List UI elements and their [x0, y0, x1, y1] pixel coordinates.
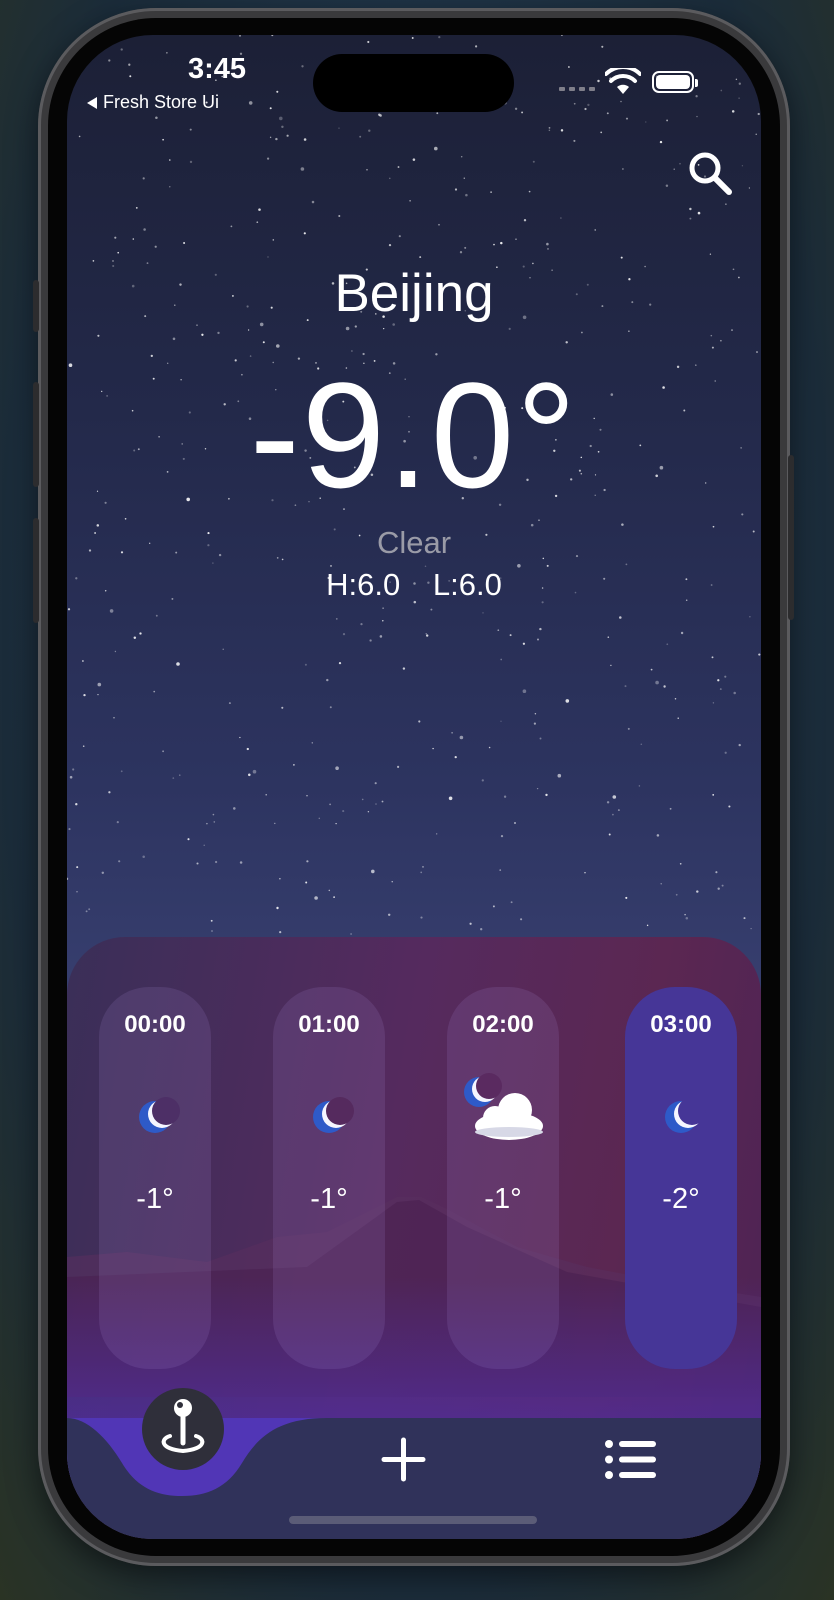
current-temperature: -9.0°: [249, 351, 579, 519]
cellular-signal-icon: [559, 87, 595, 91]
city-name: Beijing: [334, 264, 494, 323]
list-icon[interactable]: [604, 1439, 657, 1480]
hour-card-0000[interactable]: 00:00 -1°: [99, 987, 211, 1369]
moon-cloud-icon: [464, 1073, 543, 1140]
crescent-moon-icon: [313, 1097, 354, 1133]
hour-time: 01:00: [298, 1011, 360, 1038]
low-temperature: L:6.0: [432, 567, 502, 602]
hour-temperature: -1°: [484, 1183, 522, 1215]
weather-condition: Clear: [376, 525, 452, 560]
status-time: 3:45: [187, 53, 247, 85]
side-button-power: [788, 455, 794, 620]
hour-temperature: -2°: [662, 1183, 700, 1215]
plus-icon[interactable]: [381, 1437, 426, 1482]
side-button-volume-down: [33, 518, 39, 623]
wifi-icon: [605, 68, 641, 94]
status-bar: 3:45 Fresh Store Ui: [67, 35, 761, 125]
hour-time: 03:00: [650, 1011, 712, 1038]
hour-temperature: -1°: [136, 1183, 174, 1215]
crescent-moon-icon: [139, 1097, 180, 1133]
search-icon[interactable]: [687, 150, 733, 196]
back-to-app-link[interactable]: Fresh Store Ui: [87, 92, 219, 113]
side-button-left: [33, 280, 39, 332]
hour-card-0100[interactable]: 01:00 -1°: [273, 987, 385, 1369]
side-button-volume-up: [33, 382, 39, 487]
crescent-moon-icon: [665, 1097, 706, 1133]
hour-time: 00:00: [124, 1011, 186, 1038]
hour-card-0200[interactable]: 02:00 -1°: [447, 987, 559, 1369]
hour-card-0300[interactable]: 03:00 -2°: [625, 987, 737, 1369]
home-indicator[interactable]: [289, 1516, 537, 1524]
high-low-temperatures: H:6.0 L:6.0: [67, 567, 761, 603]
high-temperature: H:6.0: [326, 567, 401, 602]
map-pin-icon: [161, 1399, 205, 1454]
hour-time: 02:00: [472, 1011, 534, 1038]
battery-icon: [652, 71, 698, 93]
back-app-label: Fresh Store Ui: [103, 92, 220, 112]
dynamic-island: [313, 54, 514, 112]
tab-location[interactable]: [142, 1388, 224, 1470]
app-screen: 3:45 Fresh Store Ui Beijing -9.0° Clear …: [67, 35, 761, 1539]
back-arrow-icon: [87, 96, 97, 109]
hour-temperature: -1°: [310, 1183, 348, 1215]
